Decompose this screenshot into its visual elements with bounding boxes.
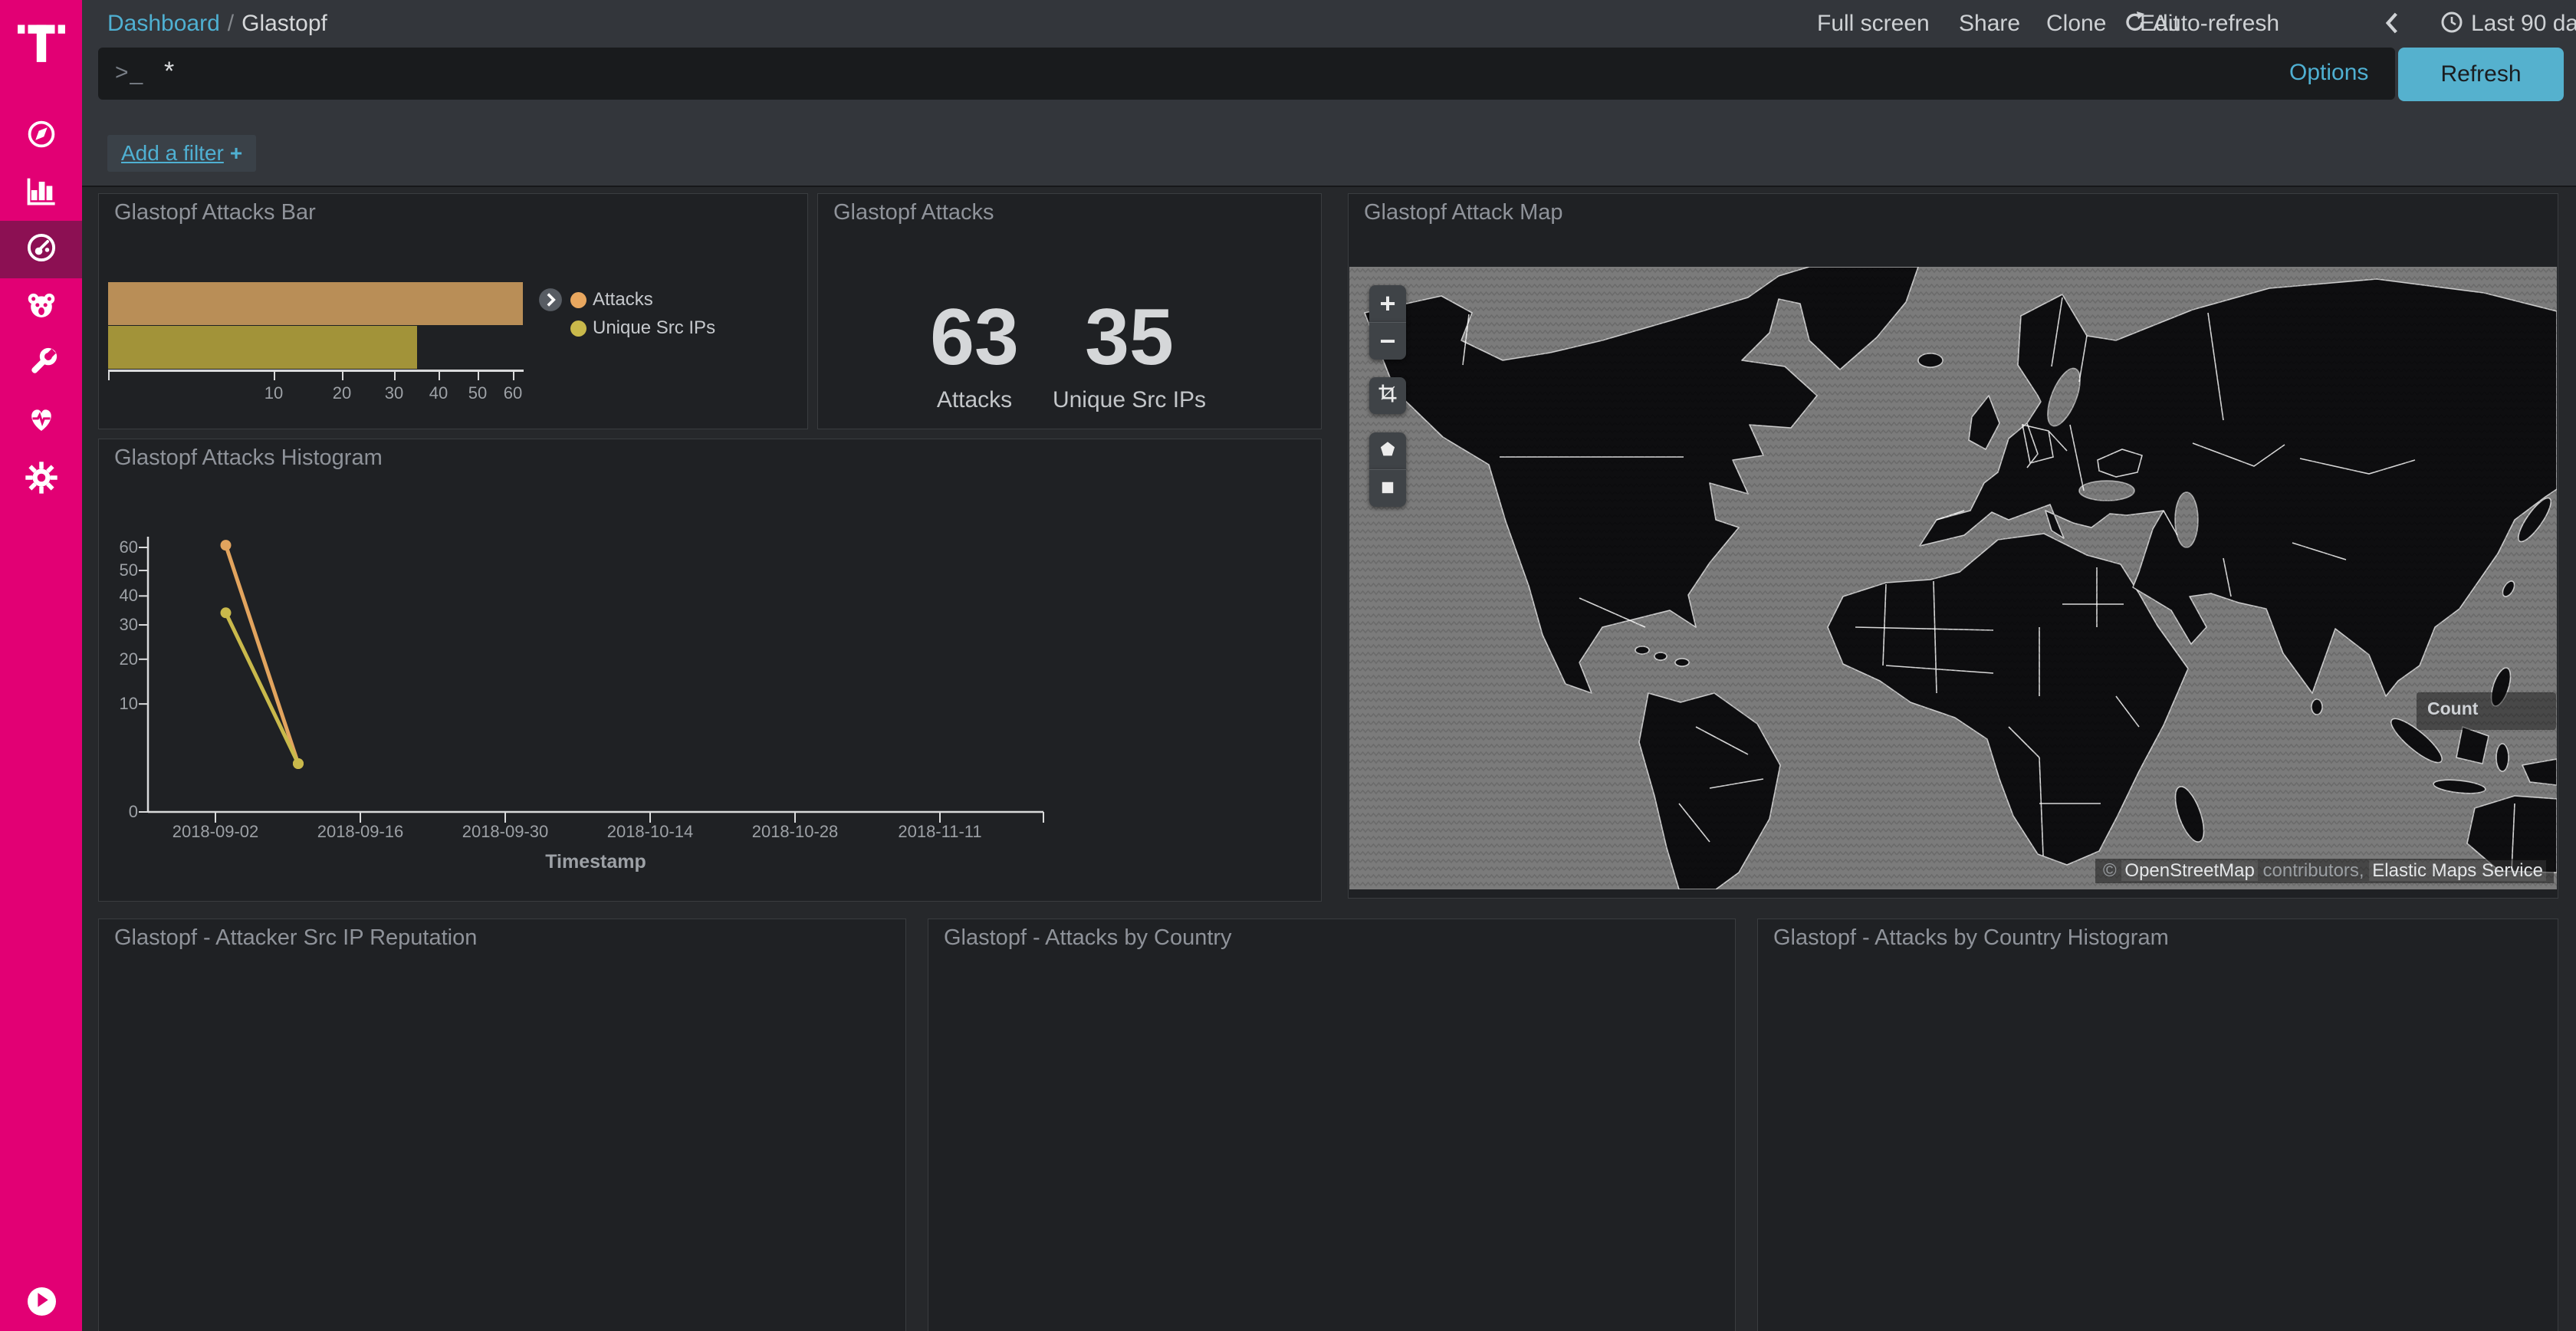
compass-icon	[25, 117, 58, 155]
gauge-icon	[24, 230, 59, 269]
sidebar-item-visualize[interactable]	[0, 163, 82, 221]
crop-icon	[1376, 380, 1399, 412]
menu-share[interactable]: Share	[1959, 11, 2020, 37]
osm-link[interactable]: OpenStreetMap	[2121, 860, 2257, 881]
panel-attacks-by-country-histogram: Glastopf - Attacks by Country Histogram	[1757, 919, 2558, 1331]
panel-title: Glastopf Attacks	[833, 200, 994, 225]
breadcrumb-separator: /	[228, 11, 234, 36]
sidebar-item-dashboard[interactable]	[0, 221, 82, 278]
panel-title: Glastopf - Attacks by Country	[944, 925, 1232, 951]
sidebar-item-dev-tools[interactable]	[0, 337, 82, 394]
kibana-dashboard-page: Dashboard / Glastopf Full screen Share Clone…	[0, 0, 2576, 1331]
panel-title: Glastopf Attacks Histogram	[114, 445, 383, 471]
panel-attacks-bar: Glastopf Attacks Bar	[98, 193, 808, 429]
telekom-logo[interactable]	[18, 14, 65, 68]
refresh-cycle-icon	[2124, 14, 2147, 39]
sidebar-collapse-button[interactable]	[28, 1287, 56, 1316]
sidebar-item-bear[interactable]	[0, 279, 82, 337]
legend-chevron-icon[interactable]	[538, 288, 563, 312]
legend-item-unique-src-ips[interactable]: Unique Src IPs	[538, 317, 715, 340]
panel-attacks-histogram: Glastopf Attacks Histogram	[98, 439, 1322, 902]
sidebar-item-monitoring[interactable]	[0, 393, 82, 450]
bar-chart-icon	[25, 173, 58, 211]
ems-link[interactable]: Elastic Maps Service	[2369, 860, 2546, 881]
map-zoom-out-button[interactable]: −	[1369, 322, 1406, 360]
time-range-picker[interactable]: Last 90 days	[2440, 11, 2576, 40]
sidebar-item-management[interactable]	[0, 451, 82, 508]
pentagon-icon	[1377, 435, 1398, 467]
panel-title: Glastopf - Attacks by Country Histogram	[1773, 925, 2169, 951]
map-draw-polygon-button[interactable]	[1369, 432, 1406, 469]
legend-color-dot	[570, 292, 586, 308]
metric-unique-value: 35	[1030, 292, 1229, 383]
sidebar-item-discover[interactable]	[0, 107, 82, 165]
bear-icon	[24, 288, 59, 327]
map-draw-rectangle-button[interactable]	[1369, 469, 1406, 507]
query-input[interactable]: >_ * Options	[98, 48, 2395, 100]
map-count-legend: Count	[2417, 692, 2556, 730]
menu-full-screen[interactable]: Full screen	[1817, 11, 1930, 37]
panel-attacks-by-country: Glastopf - Attacks by Country	[928, 919, 1736, 1331]
chevron-left-icon	[2386, 14, 2398, 39]
panel-attacks-metric: Glastopf Attacks 63 Attacks 35 Unique Sr…	[817, 193, 1322, 429]
map-fit-bounds-button[interactable]	[1369, 377, 1406, 414]
legend-item-attacks[interactable]: Attacks	[538, 288, 653, 311]
legend-label[interactable]: Unique Src IPs	[593, 317, 715, 339]
clock-icon	[2440, 14, 2463, 39]
top-header: Dashboard / Glastopf Full screen Share Clone…	[82, 0, 2576, 187]
metric-unique-label: Unique Src IPs	[1030, 387, 1229, 413]
heartbeat-icon	[24, 402, 59, 441]
menu-clone[interactable]: Clone	[2046, 11, 2106, 37]
panel-title: Glastopf Attack Map	[1364, 200, 1563, 225]
legend-color-dot	[570, 320, 586, 337]
plus-icon: +	[230, 141, 242, 165]
gear-icon	[24, 460, 59, 499]
panel-title: Glastopf Attacks Bar	[114, 200, 316, 225]
sidebar	[0, 0, 82, 1331]
panel-src-ip-reputation: Glastopf - Attacker Src IP Reputation	[98, 919, 906, 1331]
time-prev-button[interactable]	[2386, 12, 2398, 40]
auto-refresh-button[interactable]: Auto-refresh	[2124, 11, 2279, 40]
world-map[interactable]: + − Count © OpenStreetMap contributors, …	[1349, 267, 2557, 889]
breadcrumb-dashboard-link[interactable]: Dashboard	[107, 11, 220, 36]
map-attribution: © OpenStreetMap contributors, Elastic Ma…	[2095, 859, 2554, 883]
map-zoom-in-button[interactable]: +	[1369, 285, 1406, 322]
wrench-icon	[24, 346, 59, 385]
breadcrumb: Dashboard / Glastopf	[107, 11, 327, 37]
breadcrumb-current: Glastopf	[242, 11, 327, 36]
square-icon	[1378, 472, 1398, 504]
map-legend-title: Count	[2427, 698, 2556, 719]
query-options-link[interactable]: Options	[2289, 60, 2368, 86]
refresh-button[interactable]: Refresh	[2398, 48, 2564, 101]
panel-title: Glastopf - Attacker Src IP Reputation	[114, 925, 477, 951]
legend-label[interactable]: Attacks	[593, 289, 653, 311]
play-circle-icon	[28, 1286, 56, 1318]
add-filter-button[interactable]: Add a filter+	[107, 135, 256, 172]
query-value: *	[164, 57, 174, 87]
query-prompt-icon: >_	[115, 60, 144, 86]
